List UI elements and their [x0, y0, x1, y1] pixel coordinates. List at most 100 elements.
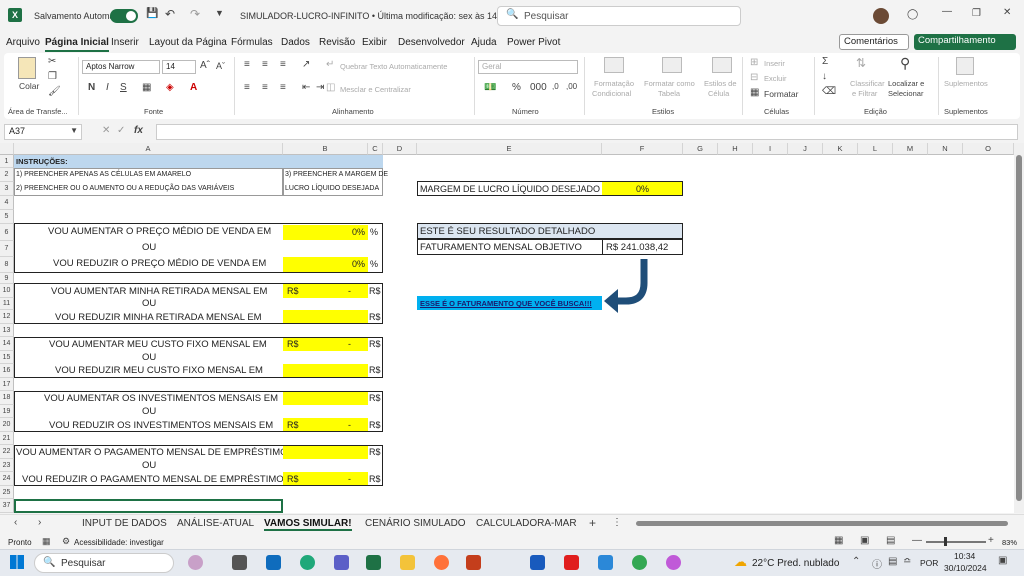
teams-icon[interactable] [334, 555, 349, 570]
insert-function-icon[interactable]: fx [134, 125, 143, 136]
row-header-6[interactable]: 6 [0, 224, 14, 241]
align-top-icon[interactable]: ≡ [244, 59, 250, 70]
macro-record-icon[interactable]: ▦ [42, 536, 51, 547]
tab-cenario-simulado[interactable]: CENÁRIO SIMULADO [365, 518, 466, 529]
sort-filter-icon[interactable]: ⇅ [856, 56, 866, 70]
menu-desenvolvedor[interactable]: Desenvolvedor [398, 37, 465, 48]
bold-icon[interactable]: N [88, 82, 95, 93]
comments-button[interactable]: Comentários [839, 34, 909, 50]
row-header-18[interactable]: 18 [0, 391, 14, 405]
increase-decimal-icon[interactable]: ,0 [552, 82, 559, 91]
col-header-k[interactable]: K [823, 143, 858, 155]
row-header-22[interactable]: 22 [0, 445, 14, 459]
acrobat-icon[interactable] [564, 555, 579, 570]
undo-icon[interactable]: ↶ [165, 7, 175, 21]
font-name-select[interactable]: Aptos Narrow [82, 60, 160, 74]
menu-power-pivot[interactable]: Power Pivot [507, 37, 560, 48]
minimize-icon[interactable]: — [942, 6, 952, 17]
insert-cells-label[interactable]: Inserir [764, 59, 785, 68]
close-icon[interactable]: ✕ [1003, 7, 1011, 18]
vertical-scrollbar[interactable] [1014, 143, 1024, 513]
col-header-e[interactable]: E [417, 143, 602, 155]
decrease-indent-icon[interactable]: ⇤ [302, 82, 310, 93]
menu-inserir[interactable]: Inserir [111, 37, 139, 48]
delete-cells-label[interactable]: Excluir [764, 74, 787, 83]
format-as-table-label-2[interactable]: Tabela [658, 89, 680, 98]
redo-icon[interactable]: ↷ [190, 7, 200, 21]
format-as-table-label-1[interactable]: Formatar como [644, 79, 695, 88]
clock-date[interactable]: 30/10/2024 [944, 563, 987, 573]
cut-icon[interactable]: ✂ [48, 56, 56, 67]
menu-dados[interactable]: Dados [281, 37, 310, 48]
addins-icon[interactable] [956, 57, 974, 75]
wrap-text-label[interactable]: Quebrar Texto Automaticamente [340, 62, 447, 71]
clear-icon[interactable]: ⌫ [822, 86, 836, 97]
shrink-font-icon[interactable]: Aˇ [216, 61, 225, 71]
tab-vamos-simular[interactable]: VAMOS SIMULAR! [264, 518, 352, 531]
outlook-icon[interactable] [266, 555, 281, 570]
menu-arquivo[interactable]: Arquivo [6, 37, 40, 48]
row-header-7[interactable]: 7 [0, 241, 14, 257]
row-header-25[interactable]: 25 [0, 486, 14, 499]
wifi-icon[interactable]: ≏ [903, 556, 911, 567]
chrome-icon[interactable] [632, 555, 647, 570]
sort-filter-label-2[interactable]: e Filtrar [852, 89, 877, 98]
row-header-11[interactable]: 11 [0, 298, 14, 310]
tab-scroll-left-icon[interactable]: ‹ [14, 517, 17, 528]
row-header-5[interactable]: 5 [0, 210, 14, 224]
align-bottom-icon[interactable]: ≡ [280, 59, 286, 70]
align-center-icon[interactable]: ≡ [262, 82, 268, 93]
col-header-i[interactable]: I [753, 143, 788, 155]
tab-calculadora-mar[interactable]: CALCULADORA-MAR [476, 518, 577, 529]
row-header-17[interactable]: 17 [0, 378, 14, 391]
status-accessibility[interactable]: Acessibilidade: investigar [74, 538, 164, 547]
share-button[interactable]: Compartilhamento [914, 34, 1016, 50]
col-header-f[interactable]: F [602, 143, 683, 155]
fill-icon[interactable]: ↓ [822, 71, 827, 82]
merge-center-label[interactable]: Mesclar e Centralizar [340, 85, 411, 94]
orientation-icon[interactable]: ↗ [302, 59, 310, 70]
row-header-4[interactable]: 4 [0, 196, 14, 210]
conditional-format-icon[interactable] [604, 57, 624, 73]
col-header-b[interactable]: B [283, 143, 368, 155]
copilot-icon[interactable] [666, 555, 681, 570]
cell-styles-icon[interactable] [712, 57, 732, 73]
tab-analise-atual[interactable]: ANÁLISE-ATUAL [177, 518, 254, 529]
format-cells-label[interactable]: Formatar [764, 89, 798, 99]
merge-icon[interactable]: ◫ [326, 82, 335, 93]
col-header-a[interactable]: A [14, 143, 283, 155]
row-header-19[interactable]: 19 [0, 405, 14, 418]
delete-cells-icon[interactable]: ⊟ [750, 72, 758, 83]
zoom-slider-handle[interactable] [944, 537, 947, 546]
tab-scroll-right-icon[interactable]: › [38, 517, 41, 528]
col-header-n[interactable]: N [928, 143, 963, 155]
menu-exibir[interactable]: Exibir [362, 37, 387, 48]
conditional-format-label-1[interactable]: Formatação [594, 79, 634, 88]
zoom-level[interactable]: 83% [1002, 538, 1017, 547]
col-header-j[interactable]: J [788, 143, 823, 155]
find-select-label-2[interactable]: Selecionar [888, 89, 923, 98]
normal-view-icon[interactable]: ▦ [834, 535, 843, 546]
row-header-9[interactable]: 9 [0, 273, 14, 284]
app-icon[interactable] [598, 555, 613, 570]
fixed-cost-decrease-input[interactable] [283, 364, 368, 377]
col-header-l[interactable]: L [858, 143, 893, 155]
network-icon[interactable]: ▤ [888, 556, 897, 567]
row-header-12[interactable]: 12 [0, 310, 14, 324]
font-size-select[interactable]: 14 [162, 60, 196, 74]
language-indicator[interactable]: POR [920, 558, 938, 568]
cell-styles-label-1[interactable]: Estilos de [704, 79, 737, 88]
paste-icon[interactable] [18, 57, 36, 79]
menu-layout[interactable]: Layout da Página [149, 37, 227, 48]
decrease-decimal-icon[interactable]: ,00 [566, 82, 577, 91]
edge-icon[interactable] [300, 555, 315, 570]
autosave-toggle[interactable] [110, 9, 138, 23]
row-header-2[interactable]: 2 [0, 168, 14, 182]
more-options-icon[interactable]: ⋮ [612, 517, 622, 528]
taskbar-search[interactable]: 🔍 Pesquisar [34, 553, 174, 573]
document-title[interactable]: SIMULADOR-LUCRO-INFINITO • Última modifi… [240, 11, 510, 21]
explorer-icon[interactable] [400, 555, 415, 570]
row-header-37[interactable]: 37 [0, 499, 14, 513]
currency-icon[interactable]: 💵 [484, 82, 496, 93]
paste-label[interactable]: Colar [19, 81, 39, 91]
